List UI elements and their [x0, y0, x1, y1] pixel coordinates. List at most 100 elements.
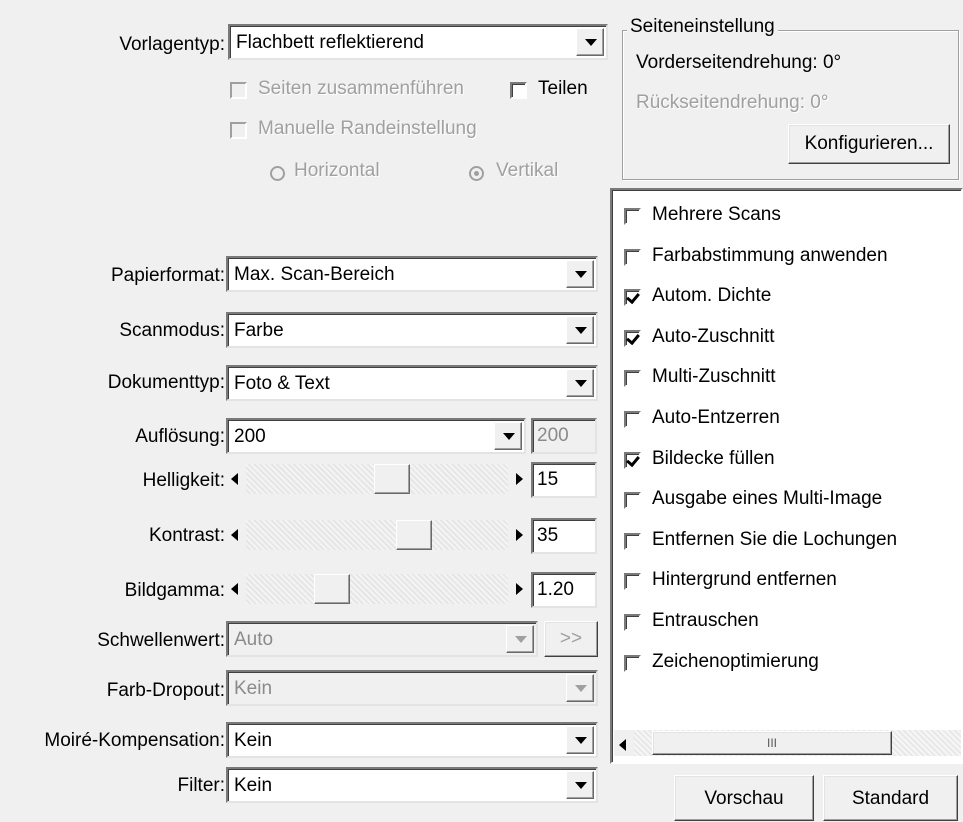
option-checkbox[interactable] [624, 411, 641, 428]
filter-select[interactable]: Kein [226, 767, 598, 803]
option-checkbox[interactable] [624, 248, 641, 266]
moire-value: Kein [234, 730, 273, 751]
konfigurieren-button[interactable]: Konfigurieren... [788, 124, 950, 164]
option-checkbox[interactable] [624, 370, 641, 388]
arrow-right-icon[interactable] [508, 464, 528, 494]
bildgamma-value-box[interactable]: 1.20 [531, 572, 597, 608]
chevron-down-icon[interactable] [566, 316, 594, 344]
manuelle-randeinstellung-checkbox[interactable] [230, 122, 247, 139]
seiten-zusammenfuehren-checkbox[interactable] [230, 82, 247, 99]
option-checkbox[interactable] [624, 492, 641, 510]
scanmodus-select[interactable]: Farbe [226, 312, 598, 348]
standard-button[interactable]: Standard [823, 775, 958, 821]
slider-thumb[interactable] [396, 520, 432, 550]
chevron-down-icon[interactable] [494, 422, 522, 450]
aufloesung-label: Auflösung: [135, 426, 225, 447]
option-checkbox[interactable] [624, 532, 641, 550]
option-checkbox[interactable] [624, 451, 641, 469]
vorlagentyp-value: Flachbett reflektierend [236, 32, 424, 53]
scroll-thumb[interactable]: III [652, 731, 892, 755]
dokumenttyp-label: Dokumenttyp: [107, 372, 225, 393]
chevron-down-icon[interactable] [566, 726, 594, 754]
option-label: Entrauschen [652, 610, 759, 631]
option-label: Ausgabe eines Multi-Image [652, 488, 883, 510]
horizontal-label: Horizontal [294, 160, 380, 181]
seiten-zusammenfuehren-label: Seiten zusammenführen [258, 78, 464, 99]
manuelle-randeinstellung-label: Manuelle Randeinstellung [258, 118, 477, 139]
option-label: Hintergrund entfernen [652, 569, 837, 591]
arrow-right-icon[interactable] [508, 520, 528, 550]
kontrast-label: Kontrast: [148, 525, 225, 546]
arrow-left-icon[interactable] [226, 574, 246, 604]
arrow-left-icon[interactable] [226, 464, 246, 494]
filter-label: Filter: [177, 775, 226, 796]
helligkeit-value: 15 [537, 469, 559, 490]
slider-track[interactable] [246, 574, 508, 604]
slider-thumb[interactable] [374, 464, 410, 494]
kontrast-value: 35 [537, 525, 559, 546]
schwellenwert-label: Schwellenwert: [97, 630, 225, 651]
slider-track[interactable] [246, 520, 508, 550]
aufloesung-readout-text: 200 [537, 425, 569, 446]
option-label: Auto-Entzerren [652, 407, 780, 428]
aufloesung-value: 200 [234, 426, 266, 447]
horizontal-scrollbar[interactable]: III [614, 730, 961, 756]
option-label: Multi-Zuschnitt [652, 366, 776, 388]
dokumenttyp-select[interactable]: Foto & Text [226, 365, 598, 401]
arrow-left-icon[interactable] [226, 520, 246, 550]
papierformat-label: Papierformat: [110, 265, 225, 286]
farb-dropout-label: Farb-Dropout: [106, 680, 225, 701]
farb-dropout-value: Kein [234, 678, 273, 699]
slider-thumb[interactable] [314, 574, 350, 604]
scanmodus-value: Farbe [234, 320, 284, 341]
vorderseitendrehung-text: Vorderseitendrehung: 0° [636, 52, 842, 73]
moire-select[interactable]: Kein [226, 722, 598, 758]
moire-label: Moiré-Kompensation: [44, 730, 225, 751]
chevron-down-icon[interactable] [566, 771, 594, 799]
vertikal-radio[interactable] [469, 166, 484, 181]
chevron-down-icon[interactable] [566, 369, 594, 397]
schwellenwert-value: Auto [234, 629, 274, 650]
chevron-down-icon[interactable] [566, 674, 594, 702]
options-list[interactable]: Mehrere Scans Farbabstimmung anwenden Auto… [610, 188, 963, 764]
vorschau-button[interactable]: Vorschau [674, 775, 814, 821]
aufloesung-select[interactable]: 200 [226, 418, 526, 454]
helligkeit-slider[interactable] [226, 462, 528, 496]
rueckseitendrehung-text: Rückseitendrehung: 0° [636, 92, 829, 113]
option-label: Mehrere Scans [652, 204, 781, 225]
dokumenttyp-value: Foto & Text [234, 373, 330, 394]
kontrast-slider[interactable] [226, 518, 528, 552]
papierformat-select[interactable]: Max. Scan-Bereich [226, 256, 598, 292]
option-checkbox[interactable] [624, 573, 641, 591]
option-checkbox[interactable] [624, 289, 641, 307]
scanmodus-label: Scanmodus: [119, 320, 225, 341]
teilen-checkbox[interactable] [510, 82, 527, 99]
option-label: Bildecke füllen [652, 447, 775, 469]
schwellenwert-more-button[interactable]: >> [544, 621, 598, 657]
vorlagentyp-select[interactable]: Flachbett reflektierend [228, 24, 608, 60]
option-label: Auto-Zuschnitt [652, 325, 775, 347]
filter-value: Kein [234, 775, 273, 796]
kontrast-value-box[interactable]: 35 [531, 518, 597, 554]
bildgamma-slider[interactable] [226, 572, 528, 606]
option-label: Entfernen Sie die Lochungen [652, 528, 898, 550]
option-checkbox[interactable] [624, 614, 641, 631]
option-checkbox[interactable] [624, 208, 641, 225]
option-checkbox[interactable] [624, 329, 641, 347]
helligkeit-value-box[interactable]: 15 [531, 462, 597, 498]
chevron-down-icon[interactable] [576, 28, 604, 56]
vorlagentyp-label: Vorlagentyp: [119, 34, 225, 55]
helligkeit-label: Helligkeit: [142, 470, 225, 491]
option-checkbox[interactable] [624, 654, 641, 672]
chevron-down-icon[interactable] [506, 625, 534, 653]
option-label: Zeichenoptimierung [652, 650, 819, 672]
aufloesung-readout: 200 [531, 418, 597, 454]
bildgamma-label: Bildgamma: [124, 580, 225, 601]
schwellenwert-select[interactable]: Auto [226, 621, 538, 657]
horizontal-radio[interactable] [270, 166, 285, 181]
farb-dropout-select[interactable]: Kein [226, 670, 598, 706]
chevron-down-icon[interactable] [566, 260, 594, 288]
arrow-right-icon[interactable] [508, 574, 528, 604]
arrow-left-icon[interactable] [614, 730, 634, 756]
papierformat-value: Max. Scan-Bereich [234, 264, 395, 285]
